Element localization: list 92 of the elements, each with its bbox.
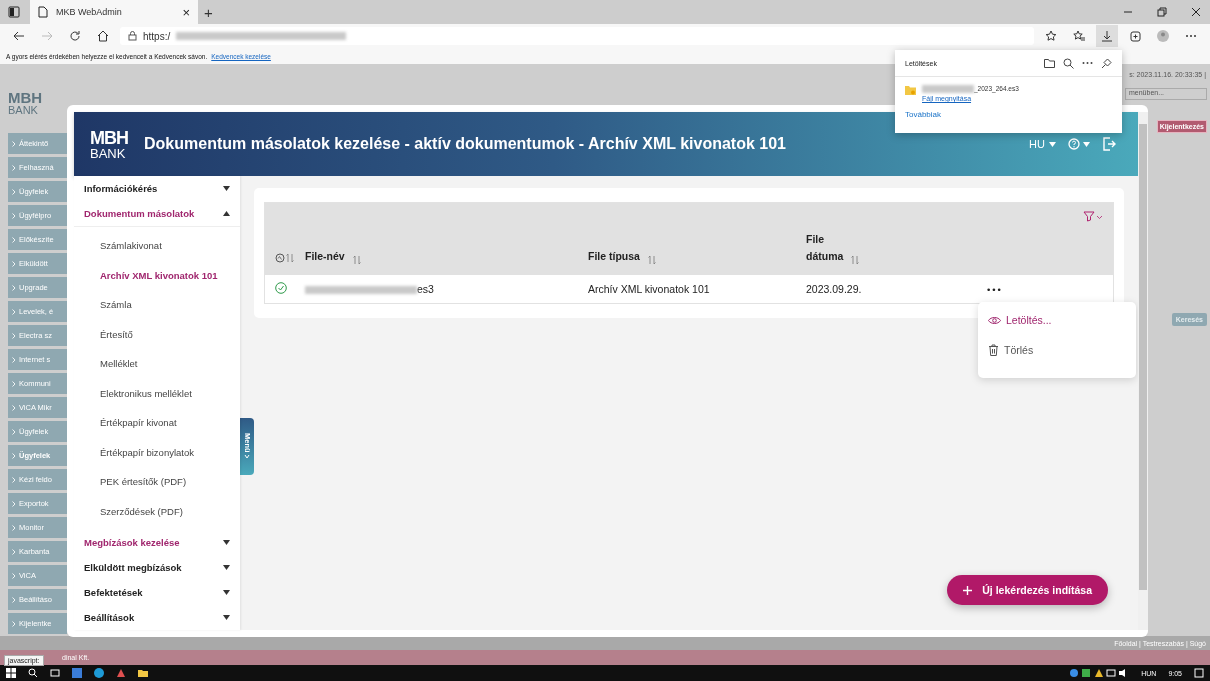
plus-icon [963,585,973,595]
menu-group[interactable]: Befektetések [74,580,240,605]
more-downloads-link[interactable]: Továbbiak [895,106,952,124]
chevron-icon [12,572,16,579]
new-tab-button[interactable]: + [204,3,213,21]
chevron-icon [12,212,16,219]
chevron-icon [12,284,16,291]
new-query-button[interactable]: Új lekérdezés indítása [947,575,1108,605]
chevron-icon [12,500,16,507]
more-icon[interactable] [1082,61,1093,65]
menu-group[interactable]: Dokumentum másolatok [74,201,240,226]
download-icon[interactable] [1096,25,1118,47]
menu-item[interactable]: Archív XML kivonatok 101 [74,260,240,290]
browser-icon[interactable] [94,668,104,678]
chevron-icon [12,428,16,435]
chevron-icon [12,596,16,603]
menu-group[interactable]: Beállítások [74,605,240,630]
chevron-icon [12,452,16,459]
lock-icon [128,31,137,41]
chevron-icon [12,308,16,315]
scrollbar[interactable] [1138,112,1148,630]
menu-item[interactable]: Számla [74,290,240,320]
chevron-icon [12,404,16,411]
filter-icon[interactable] [1083,211,1103,222]
chevron-icon [12,260,16,267]
status-sort-icon[interactable] [275,253,295,263]
browser-tab[interactable]: MKB WebAdmin × [30,0,198,24]
row-actions-button[interactable]: ••• [986,285,1002,295]
chevron-icon [12,332,16,339]
close-icon[interactable] [1191,7,1201,17]
task-view-icon[interactable] [50,668,60,678]
menu-item[interactable]: Törlés [978,340,1136,360]
folder-icon [905,85,916,95]
menu-item[interactable]: Számlakivonat [74,231,240,261]
menu-group[interactable]: Elküldött megbízások [74,555,240,580]
chevron-icon [12,620,16,627]
start-icon[interactable] [6,668,16,678]
column-header[interactable]: File dátuma [806,231,844,265]
language-dropdown[interactable]: HU [1029,138,1056,150]
chevron-icon [244,454,250,461]
folder-icon[interactable] [1044,58,1055,68]
collections-icon[interactable] [1129,30,1141,42]
app-icon[interactable] [116,668,126,678]
folder-icon[interactable] [138,668,148,678]
page-icon [38,6,48,18]
chevron-icon [12,188,16,195]
menu-item[interactable]: Értékpapír bizonylatok [74,437,240,467]
chevron-icon [12,236,16,243]
bank-logo: MBH BANK [8,90,44,116]
chevron-icon [12,356,16,363]
column-header[interactable]: File típusa [588,248,640,265]
logout-icon[interactable] [1102,137,1116,151]
menu-item[interactable]: Szerződések (PDF) [74,496,240,526]
profile-avatar-icon[interactable] [1157,30,1169,42]
chevron-icon [12,548,16,555]
menu-item[interactable]: Értesítő [74,319,240,349]
restore-icon[interactable] [1157,7,1167,17]
caret-icon [1049,141,1056,147]
help-icon[interactable] [1068,138,1090,150]
pin-icon[interactable] [1101,57,1112,69]
chevron-icon [12,164,16,171]
notification-icon[interactable] [1194,668,1204,678]
menu-item[interactable]: Értékpapír kivonat [74,408,240,438]
menu-group[interactable]: Információkérés [74,176,240,201]
search-icon[interactable] [1063,57,1074,69]
favorites-icon[interactable] [1073,30,1085,42]
back-icon[interactable] [13,30,25,42]
add-favorite-icon[interactable] [1045,30,1057,42]
bank-logo: MBH BANK [90,128,128,160]
table-cell: 2023.09.29. [806,283,862,295]
tab-actions-icon[interactable] [8,6,20,18]
address-field[interactable]: https:/ [120,27,1034,45]
table-cell: Archív XML kivonatok 101 [588,283,710,295]
home-icon[interactable] [97,30,109,42]
chevron-icon [12,476,16,483]
chevron-icon [12,524,16,531]
menu-item[interactable]: Letöltés... [978,310,1136,330]
search-icon[interactable] [28,668,38,678]
menu-item[interactable]: Elektronikus melléklet [74,378,240,408]
menu-group[interactable]: Megbízások kezelése [74,530,240,555]
page-title: Dokumentum másolatok kezelése - aktív dokumentumok - Archív XML kivonatok 101 [144,135,786,153]
close-tab-button[interactable]: × [182,4,190,20]
menu-item[interactable]: Melléklet [74,349,240,379]
trash-icon [988,344,999,356]
chevron-icon [12,140,16,147]
menu-item[interactable]: PEK értesítők (PDF) [74,467,240,497]
file-name: es3 [417,283,434,295]
chevron-icon [12,380,16,387]
column-header[interactable]: File-név [305,248,345,265]
reload-icon[interactable] [69,30,81,42]
redacted-text [922,85,974,94]
eye-icon [988,315,1001,325]
